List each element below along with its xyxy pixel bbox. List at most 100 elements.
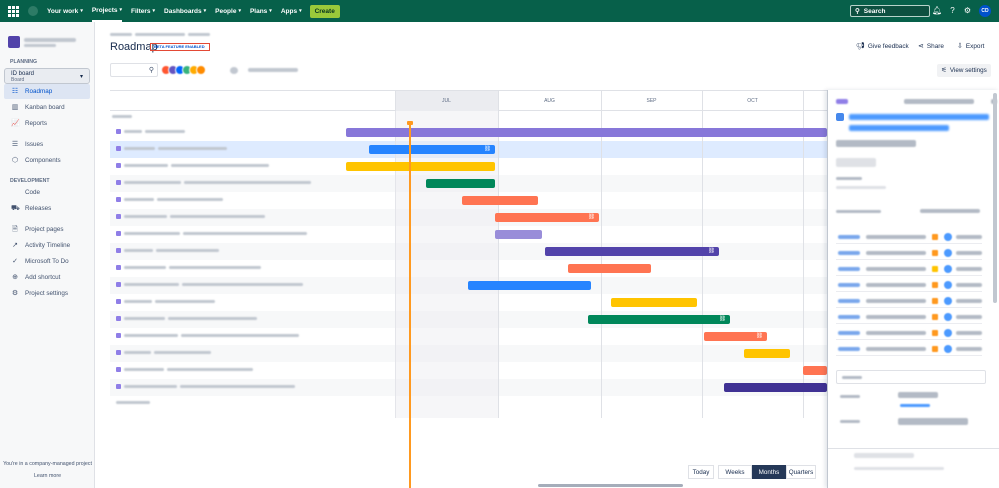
- share-label: Share: [926, 42, 944, 50]
- sidebar-item-microsoft-to-do[interactable]: ✓ Microsoft To Do: [4, 254, 90, 269]
- learn-more-link[interactable]: Learn more: [0, 473, 95, 479]
- beta-badge[interactable]: BETA FEATURE ENABLED: [150, 43, 210, 51]
- search-input[interactable]: ⚲ Search: [850, 5, 930, 17]
- chevron-down-icon: ▾: [269, 8, 272, 14]
- roadmap-icon: ☷: [11, 87, 19, 95]
- zoom-quarters[interactable]: Quarters: [786, 465, 816, 479]
- nav-plans[interactable]: Plans ▾: [250, 0, 272, 22]
- nav-apps[interactable]: Apps ▾: [281, 0, 302, 22]
- child-issue-row[interactable]: [836, 230, 982, 244]
- sliders-icon: ⚟: [941, 67, 947, 74]
- megaphone-icon: 📢︎: [856, 43, 865, 50]
- export-button[interactable]: ⇩ Export: [957, 42, 984, 51]
- child-issue-row[interactable]: [836, 246, 982, 260]
- search-icon: ⚲: [148, 67, 154, 74]
- epic-icon: [116, 231, 121, 236]
- month-header: OCT: [747, 98, 758, 104]
- sidebar-item-components[interactable]: ⬡ Components: [4, 153, 90, 168]
- notifications-icon[interactable]: 🔔︎: [932, 6, 942, 15]
- jira-logo[interactable]: [28, 6, 38, 16]
- zoom-weeks[interactable]: Weeks: [718, 465, 752, 479]
- child-issue-row[interactable]: [836, 342, 982, 356]
- filter-dropdown[interactable]: [248, 68, 298, 72]
- sidebar-item-project-settings[interactable]: ⚙ Project settings: [4, 286, 90, 301]
- issue-title: [849, 112, 989, 131]
- pages-icon: 🗎: [12, 225, 18, 233]
- child-issue-row[interactable]: [836, 278, 982, 292]
- nav-dashboards[interactable]: Dashboards ▾: [164, 0, 206, 22]
- roadmap-bar[interactable]: [495, 230, 542, 239]
- epic-icon: [116, 163, 121, 168]
- roadmap-bar[interactable]: [346, 162, 495, 171]
- todo-icon: ✓: [12, 257, 18, 265]
- roadmap-bar[interactable]: ⛓: [704, 332, 767, 341]
- roadmap-bar[interactable]: [462, 196, 538, 205]
- assignee-filter-avatars[interactable]: [161, 65, 206, 75]
- roadmap-bar[interactable]: [724, 383, 827, 392]
- issue-type-icon: [836, 113, 844, 121]
- view-settings-button[interactable]: ⚟ View settings: [937, 64, 991, 77]
- roadmap-bar[interactable]: [611, 298, 697, 307]
- epic-icon: [116, 367, 121, 372]
- epic-icon: [116, 316, 121, 321]
- epic-icon: [116, 129, 121, 134]
- avatar[interactable]: CD: [979, 5, 991, 17]
- settings-icon: ⚙: [11, 289, 19, 297]
- sidebar-item-project-pages[interactable]: 🗎 Project pages: [4, 222, 90, 237]
- sidebar-item-code[interactable]: Code: [4, 185, 90, 200]
- roadmap-bar[interactable]: [744, 349, 790, 358]
- board-selector[interactable]: ID board Board ▾: [4, 68, 90, 84]
- sidebar-item-roadmap[interactable]: ☷ Roadmap: [4, 84, 90, 99]
- development-section-label: DEVELOPMENT: [10, 178, 50, 184]
- app-switcher-icon[interactable]: [6, 4, 20, 18]
- roadmap-bar[interactable]: [568, 264, 651, 273]
- roadmap-bar[interactable]: ⛓: [495, 213, 599, 222]
- project-header[interactable]: [8, 36, 76, 48]
- sidebar-item-activity-timeline[interactable]: ↗ Activity Timeline: [4, 238, 90, 253]
- more-avatars[interactable]: [230, 67, 238, 74]
- roadmap-bar[interactable]: [346, 128, 827, 137]
- gear-icon[interactable]: ⚙: [963, 6, 972, 15]
- roadmap-bar[interactable]: ⛓: [545, 247, 719, 256]
- help-icon[interactable]: ?: [948, 6, 957, 15]
- roadmap-bar[interactable]: ⛓: [588, 315, 730, 324]
- child-issue-row[interactable]: [836, 310, 982, 324]
- epic-icon: [116, 333, 121, 338]
- zoom-months[interactable]: Months: [752, 465, 786, 479]
- breadcrumb: [110, 33, 210, 36]
- roadmap-bar[interactable]: ⛓: [369, 145, 495, 154]
- sidebar-item-releases[interactable]: ⛟ Releases: [4, 201, 90, 216]
- activity-icon: ↗: [12, 241, 18, 249]
- share-button[interactable]: ⋖ Share: [918, 42, 944, 51]
- month-header: [803, 91, 827, 111]
- child-issue-row[interactable]: [836, 326, 982, 340]
- give-feedback-button[interactable]: 📢︎ Give feedback: [856, 42, 909, 51]
- chevron-down-icon: ▾: [152, 8, 156, 14]
- epic-icon: [116, 350, 121, 355]
- nav-people[interactable]: People ▾: [215, 0, 241, 22]
- horizontal-scrollbar[interactable]: [538, 484, 683, 487]
- nav-filters[interactable]: Filters ▾: [131, 0, 155, 22]
- epic-icon: [116, 265, 121, 270]
- nav-your-work[interactable]: Your work ▾: [47, 0, 83, 22]
- sidebar-item-add-shortcut[interactable]: ⊕ Add shortcut: [4, 270, 90, 285]
- epic-icon: [116, 180, 121, 185]
- sidebar-item-issues[interactable]: ☰ Issues: [4, 137, 90, 152]
- epic-icon: [116, 197, 121, 202]
- epic-icon: [116, 146, 121, 151]
- sidebar: PLANNING ID board Board ▾ ☷ Roadmap ▥ Kanba…: [0, 22, 95, 488]
- nav-projects[interactable]: Projects ▾: [91, 0, 122, 22]
- create-button[interactable]: Create: [309, 4, 340, 18]
- issue-detail-panel: [827, 90, 999, 488]
- vertical-scrollbar[interactable]: [993, 93, 997, 303]
- sidebar-item-kanban-board[interactable]: ▥ Kanban board: [4, 100, 90, 115]
- today-button[interactable]: Today: [688, 465, 714, 479]
- sidebar-item-reports[interactable]: 📈 Reports: [4, 116, 90, 131]
- roadmap-bar[interactable]: [803, 366, 827, 375]
- child-issue-row[interactable]: [836, 294, 982, 308]
- roadmap-search-input[interactable]: ⚲: [110, 63, 158, 77]
- child-issue-row[interactable]: [836, 262, 982, 276]
- roadmap-bar[interactable]: [426, 179, 495, 188]
- roadmap-bar[interactable]: [468, 281, 591, 290]
- chevron-down-icon: ▾: [79, 74, 83, 80]
